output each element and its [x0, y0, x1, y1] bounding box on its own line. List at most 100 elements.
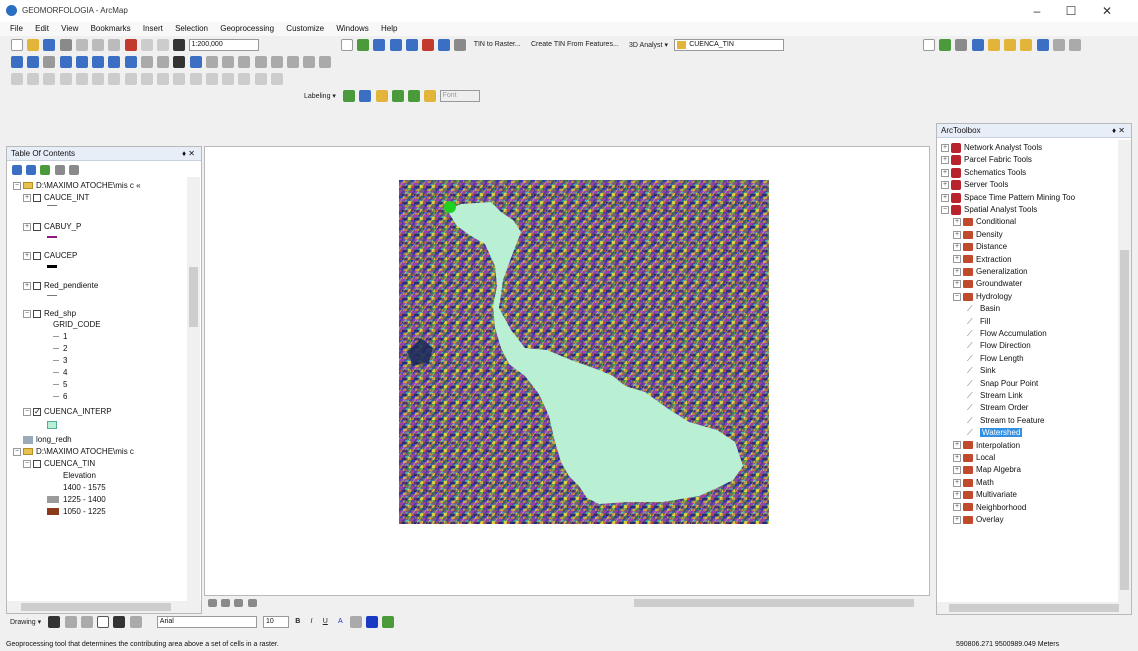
python-window-icon[interactable] — [438, 39, 451, 51]
list-by-selection-icon[interactable] — [54, 165, 65, 175]
toc-vertical-scrollbar[interactable] — [187, 177, 200, 601]
create-tin-button[interactable]: Create TIN From Features... — [531, 41, 619, 48]
toc-folder-row[interactable]: − D:\MAXIMO ATOCHE\mis c — [13, 447, 134, 456]
toolbox-set-row[interactable]: + Distance — [953, 242, 1007, 251]
create-viewer-icon[interactable] — [319, 56, 332, 68]
toolbox-box-row[interactable]: + Network Analyst Tools — [941, 143, 1042, 153]
refresh-view-icon[interactable] — [234, 599, 244, 607]
pan-icon[interactable] — [43, 56, 56, 68]
toc-layer-row[interactable]: − CUENCA_TIN — [23, 459, 95, 468]
underline-button[interactable]: U — [323, 618, 328, 625]
layer-dropdown-arrow-icon[interactable] — [923, 39, 935, 51]
expand-toggle[interactable]: + — [953, 267, 961, 276]
search-window-icon[interactable] — [405, 39, 418, 51]
toc-layer-row[interactable]: + CABUY_P — [23, 222, 81, 231]
arctoolbox-scrollbar-thumb[interactable] — [1120, 250, 1129, 590]
toolbox-set-row[interactable]: + Groundwater — [953, 279, 1022, 288]
expand-toggle[interactable]: − — [941, 206, 949, 214]
arctoolbox-horizontal-scrollbar[interactable] — [937, 602, 1131, 614]
expand-toggle[interactable]: + — [941, 144, 949, 152]
toc-scrollbar-thumb[interactable] — [189, 267, 198, 327]
toolbox-box-row[interactable]: + Server Tools — [941, 180, 1008, 191]
menu-view[interactable]: View — [61, 22, 78, 36]
clear-selection-icon[interactable] — [157, 56, 170, 68]
3d-analyst-menu[interactable]: 3D Analyst ▾ — [629, 41, 668, 49]
editor-tool-3-icon[interactable] — [43, 73, 56, 85]
time-slider-icon[interactable] — [303, 56, 316, 68]
close-button[interactable]: ✕ — [1090, 2, 1124, 20]
font-name-select[interactable]: Arial — [156, 616, 257, 628]
expand-toggle[interactable]: + — [953, 466, 961, 475]
rotate-icon[interactable] — [64, 616, 77, 628]
arctoolbox-icon[interactable] — [421, 39, 434, 51]
expand-toggle[interactable]: + — [953, 243, 961, 252]
save-icon[interactable] — [43, 39, 56, 51]
interpolate-polygon-icon[interactable] — [1020, 39, 1033, 51]
go-to-xy-icon[interactable] — [286, 56, 299, 68]
toolbox-tool-row[interactable]: ⟋ Basin — [967, 304, 1000, 314]
toolbox-set-row[interactable]: − Hydrology — [953, 292, 1012, 301]
zoom-out-icon[interactable] — [27, 56, 40, 68]
expand-toggle[interactable]: + — [953, 515, 961, 524]
layer-checkbox[interactable] — [33, 281, 41, 290]
pause-labeling-icon[interactable] — [408, 90, 421, 102]
editor-tool-17-icon[interactable] — [270, 73, 283, 85]
menu-windows[interactable]: Windows — [336, 22, 368, 36]
html-popup-icon[interactable] — [222, 56, 235, 68]
full-extent-icon[interactable] — [59, 56, 72, 68]
list-by-visibility-icon[interactable] — [40, 165, 51, 175]
drawing-menu[interactable]: Drawing ▾ — [10, 618, 41, 626]
select-elements-icon[interactable] — [173, 56, 186, 68]
editor-tool-5-icon[interactable] — [75, 73, 88, 85]
label-font-box[interactable]: Font — [439, 90, 480, 102]
hyperlink-icon[interactable] — [205, 56, 218, 68]
expand-toggle[interactable]: + — [953, 453, 961, 462]
menu-edit[interactable]: Edit — [35, 22, 49, 36]
label-priority-icon[interactable] — [359, 90, 372, 102]
layer-checkbox[interactable] — [33, 251, 41, 260]
menu-selection[interactable]: Selection — [175, 22, 208, 36]
labeling-menu[interactable]: Labeling ▾ — [304, 92, 336, 100]
expand-toggle[interactable]: + — [953, 230, 961, 239]
editor-tool-7-icon[interactable] — [108, 73, 121, 85]
toc-hscroll-thumb[interactable] — [21, 603, 171, 611]
layout-view-icon[interactable] — [221, 599, 231, 607]
toolbox-tool-row[interactable]: ⟋ Stream Link — [967, 391, 1023, 401]
bold-button[interactable]: B — [295, 618, 300, 625]
font-color-button[interactable]: A — [338, 618, 343, 625]
expand-toggle[interactable]: + — [941, 181, 949, 190]
forward-extent-icon[interactable] — [124, 56, 137, 68]
copy-icon[interactable] — [92, 39, 105, 51]
select-features-icon[interactable] — [140, 56, 153, 68]
layer-checkbox[interactable] — [33, 193, 41, 202]
tin-to-raster-button[interactable]: TIN to Raster... — [474, 41, 521, 48]
menu-file[interactable]: File — [10, 22, 23, 36]
new-document-icon[interactable] — [11, 39, 23, 51]
toolbox-set-row[interactable]: + Density — [953, 230, 1003, 239]
toc-table-row[interactable]: long_redh — [23, 435, 72, 444]
line-color-icon[interactable] — [366, 616, 379, 628]
editor-tool-4-icon[interactable] — [59, 73, 72, 85]
editor-toolbar-icon[interactable] — [357, 39, 370, 51]
toc-options-icon[interactable] — [68, 165, 79, 175]
editor-tool-2-icon[interactable] — [27, 73, 40, 85]
layer-checkbox[interactable] — [33, 222, 41, 231]
pause-drawing-icon[interactable] — [247, 599, 257, 607]
arctoolbox-pin-close[interactable]: ♦ ✕ — [1112, 124, 1125, 138]
toolbox-tool-row[interactable]: ⟋ Flow Direction — [967, 341, 1031, 351]
toolbox-box-row[interactable]: + Parcel Fabric Tools — [941, 155, 1032, 166]
model-builder-icon[interactable] — [454, 39, 467, 51]
data-view-icon[interactable] — [208, 599, 217, 607]
toolbox-tool-row[interactable]: ⟋ Sink — [967, 366, 996, 376]
interpolate-line-icon[interactable] — [1004, 39, 1017, 51]
map-hscroll-thumb[interactable] — [634, 599, 914, 607]
toc-window-icon[interactable] — [373, 39, 386, 51]
zoom-to-selected-icon[interactable] — [80, 616, 93, 628]
map-scale-input[interactable]: 1:200,000 — [188, 39, 259, 51]
editor-tool-11-icon[interactable] — [173, 73, 186, 85]
editor-tool-8-icon[interactable] — [124, 73, 137, 85]
steepest-path-icon[interactable] — [955, 39, 968, 51]
expand-toggle[interactable]: + — [953, 491, 961, 500]
add-data-icon[interactable] — [173, 39, 186, 51]
toc-pin-close[interactable]: ♦ ✕ — [182, 147, 195, 161]
